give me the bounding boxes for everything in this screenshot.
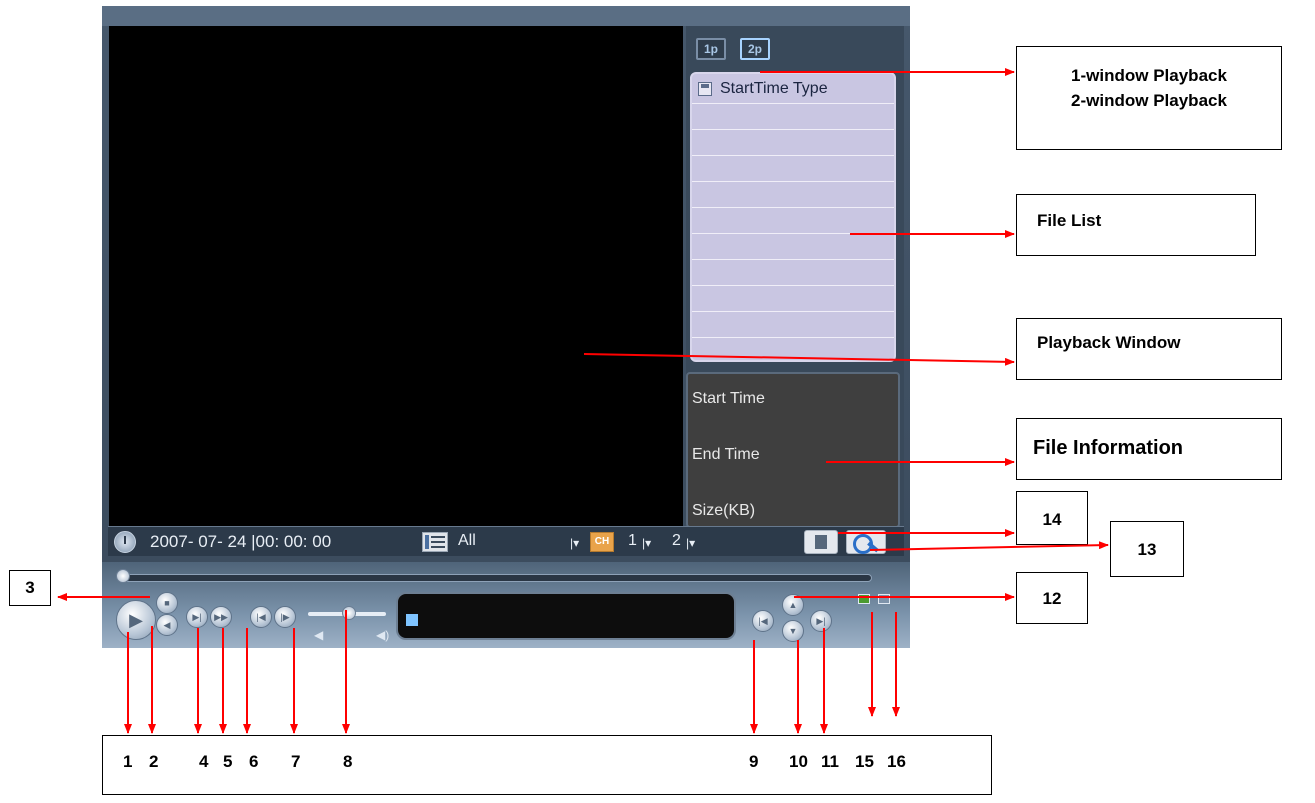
annotation-arrows: [57, 68, 1109, 734]
arrow-playback-window: [583, 353, 1015, 366]
arrow-13: [869, 541, 1109, 551]
